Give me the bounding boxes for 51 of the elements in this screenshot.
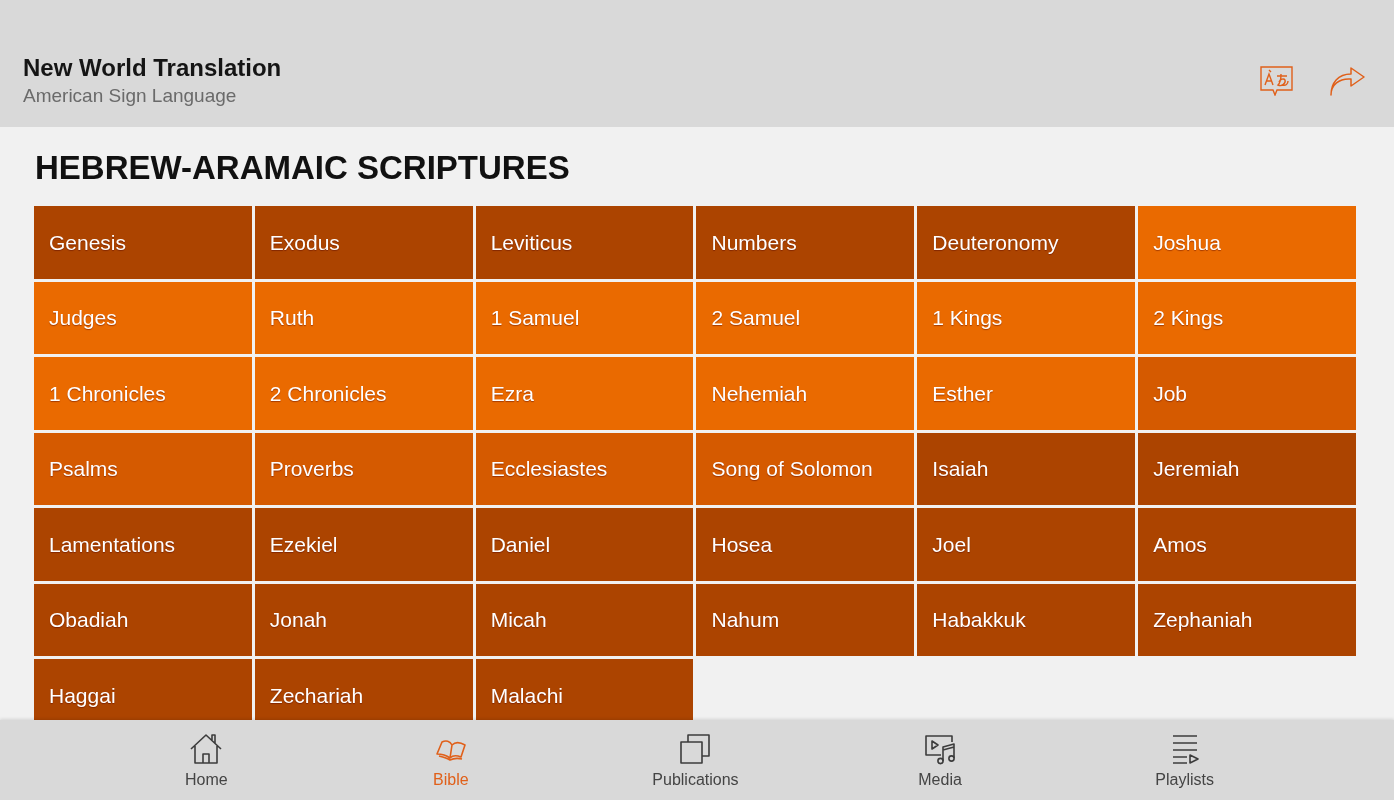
media-icon [924, 733, 957, 765]
book-tile[interactable]: Ruth [254, 281, 473, 354]
book-tile[interactable]: Joshua [1138, 206, 1356, 279]
book-tile[interactable]: 2 Samuel [696, 281, 915, 354]
book-tile[interactable]: Haggai [34, 659, 252, 720]
book-tile[interactable]: Daniel [475, 508, 694, 581]
book-tile[interactable]: 1 Kings [917, 281, 1136, 354]
book-tile[interactable]: Exodus [254, 206, 473, 279]
book-tile[interactable]: Malachi [475, 659, 694, 720]
home-icon [190, 733, 223, 765]
book-tile[interactable]: Micah [475, 583, 694, 656]
book-tile[interactable]: Hosea [696, 508, 915, 581]
book-tile[interactable]: Leviticus [475, 206, 694, 279]
book-tile[interactable]: Zechariah [254, 659, 473, 720]
book-tile[interactable]: Numbers [696, 206, 915, 279]
book-tile[interactable]: 2 Kings [1138, 281, 1356, 354]
section-heading: HEBREW-ARAMAIC SCRIPTURES [34, 149, 571, 187]
book-tile[interactable]: Ezekiel [254, 508, 473, 581]
book-tile[interactable]: Jonah [254, 583, 473, 656]
book-tile[interactable]: Obadiah [34, 583, 252, 656]
book-tile[interactable]: Nahum [696, 583, 915, 656]
book-tile[interactable]: Habakkuk [917, 583, 1136, 656]
book-tile[interactable]: Nehemiah [696, 357, 915, 430]
book-tile[interactable]: Isaiah [917, 432, 1136, 505]
stacked-pages-icon [679, 733, 712, 765]
book-tile[interactable]: Job [1138, 357, 1356, 430]
book-tile[interactable]: Psalms [34, 432, 252, 505]
app-subtitle: American Sign Language [23, 84, 238, 108]
book-tile[interactable]: Ezra [475, 357, 694, 430]
nav-tab[interactable]: Publications [573, 720, 818, 800]
book-tile[interactable]: 1 Samuel [475, 281, 694, 354]
book-tile[interactable]: 2 Chronicles [254, 357, 473, 430]
nav-tab[interactable]: Home [84, 720, 329, 800]
book-tile[interactable]: Zephaniah [1138, 583, 1356, 656]
book-tile[interactable]: Jeremiah [1138, 432, 1356, 505]
book-tile[interactable]: Joel [917, 508, 1136, 581]
app-title: New World Translation [23, 53, 282, 83]
book-tile[interactable]: Judges [34, 281, 252, 354]
book-tile[interactable]: Esther [917, 357, 1136, 430]
book-tile[interactable]: Genesis [34, 206, 252, 279]
book-tile[interactable]: Amos [1138, 508, 1356, 581]
book-tile[interactable]: Lamentations [34, 508, 252, 581]
nav-tab[interactable]: Playlists [1062, 720, 1307, 800]
book-tile[interactable]: Song of Solomon [696, 432, 915, 505]
share-icon[interactable] [1330, 66, 1365, 96]
book-tile[interactable]: Proverbs [254, 432, 473, 505]
book-tile[interactable]: Ecclesiastes [475, 432, 694, 505]
translate-bubble-icon[interactable] [1260, 66, 1293, 96]
nav-tab[interactable]: Media [817, 720, 1063, 800]
book-tile[interactable]: 1 Chronicles [34, 357, 252, 430]
book-tile[interactable]: Deuteronomy [917, 206, 1136, 279]
